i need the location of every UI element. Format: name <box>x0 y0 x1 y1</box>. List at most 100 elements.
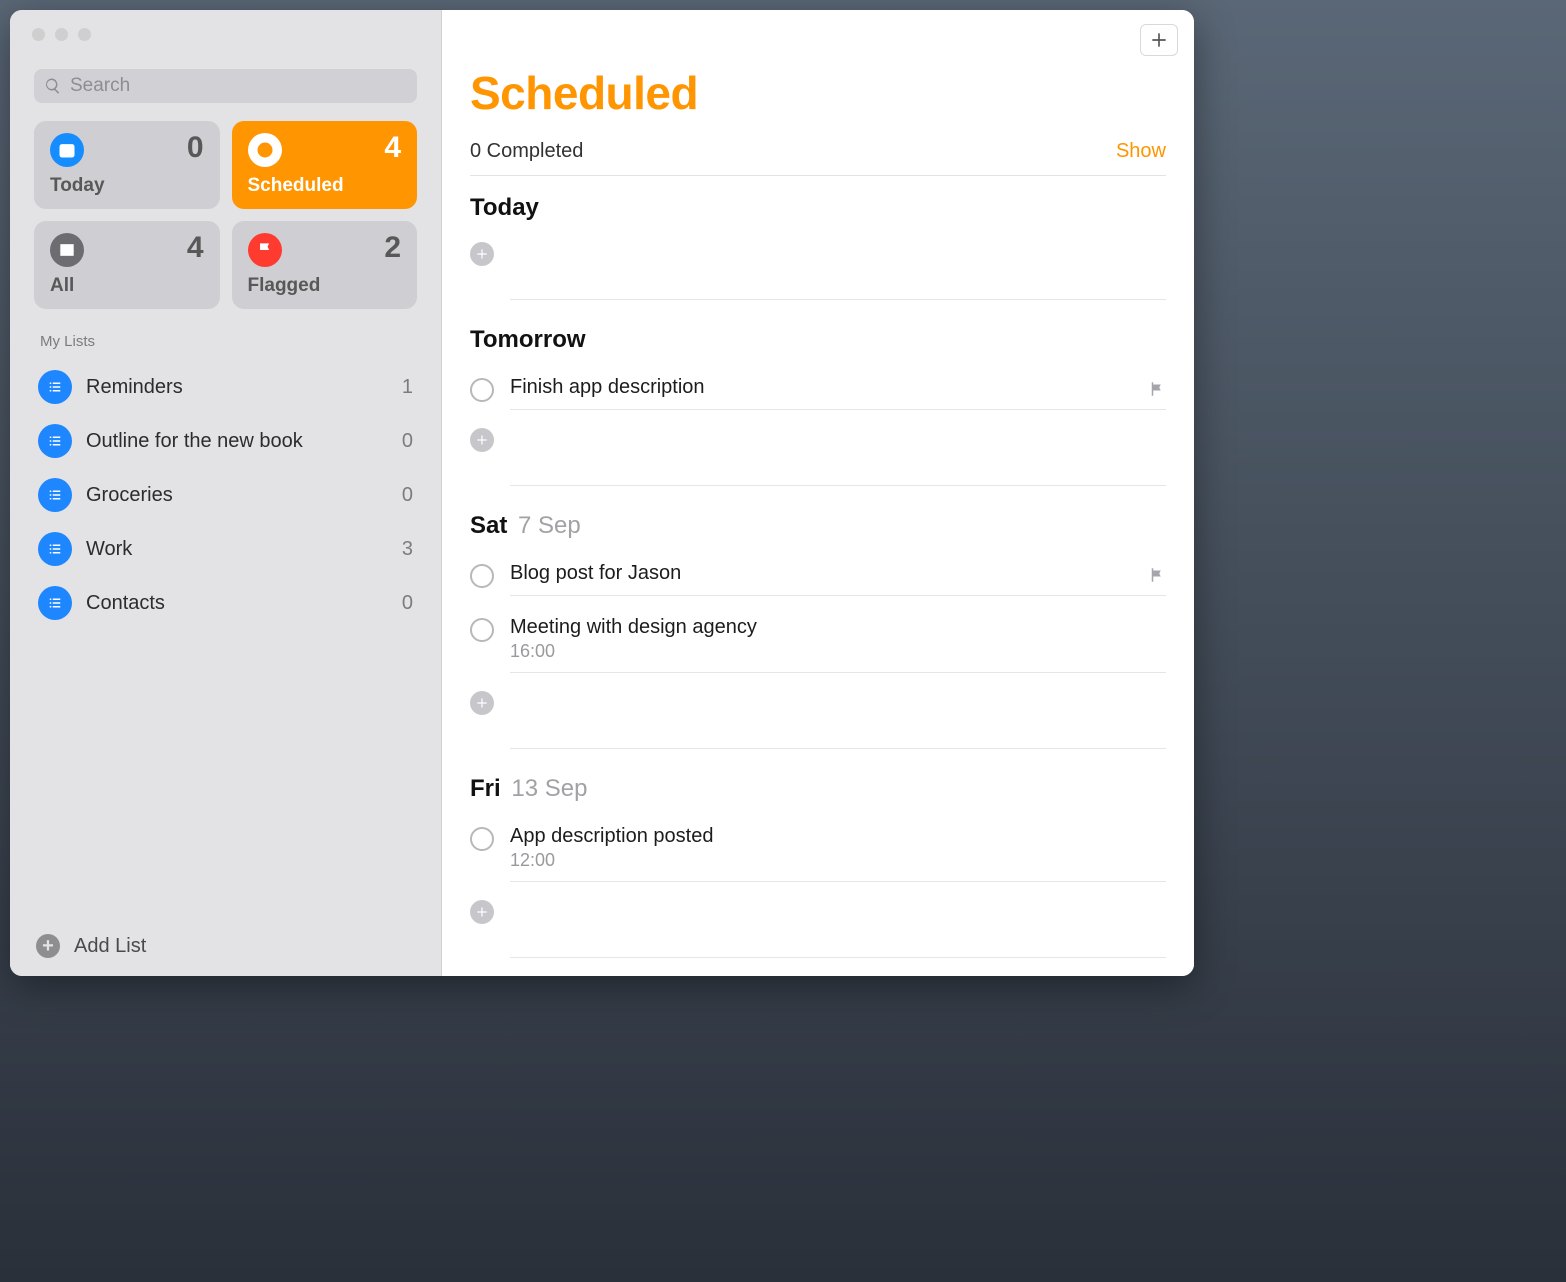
zoom-icon[interactable] <box>78 28 91 41</box>
window-controls[interactable] <box>10 10 441 41</box>
date-section: Sat 7 Sep Blog post for Jason Meeting with… <box>470 512 1166 749</box>
calendar-icon <box>50 133 84 167</box>
list-name: Groceries <box>86 484 402 507</box>
smart-lists: 0 Today 4 Scheduled 4 All <box>10 121 441 327</box>
list-name: Contacts <box>86 592 402 615</box>
add-item-button[interactable] <box>470 691 494 715</box>
add-item-button[interactable] <box>470 242 494 266</box>
smart-flagged-label: Flagged <box>248 275 402 297</box>
show-completed-button[interactable]: Show <box>1116 140 1166 163</box>
search-field[interactable] <box>34 69 417 103</box>
list-name: Reminders <box>86 376 402 399</box>
add-item-row <box>470 234 1166 276</box>
smart-flagged-count: 2 <box>384 231 401 265</box>
list-count: 0 <box>402 484 413 507</box>
list-bullet-icon <box>38 586 72 620</box>
section-day: Fri <box>470 775 501 802</box>
completed-row: 0 Completed Show <box>470 140 1166 176</box>
reminder-item[interactable]: Finish app description <box>470 366 1166 420</box>
complete-checkbox[interactable] <box>470 378 494 402</box>
minimize-icon[interactable] <box>55 28 68 41</box>
list-row[interactable]: Work3 <box>24 522 427 576</box>
complete-checkbox[interactable] <box>470 564 494 588</box>
add-item-button[interactable] <box>470 428 494 452</box>
reminder-item[interactable]: Blog post for Jason <box>470 552 1166 606</box>
list-name: Outline for the new book <box>86 430 402 453</box>
add-list-button[interactable]: + Add List <box>10 915 441 976</box>
reminder-item[interactable]: Meeting with design agency16:00 <box>470 606 1166 683</box>
section-date: 13 Sep <box>511 775 587 802</box>
complete-checkbox[interactable] <box>470 827 494 851</box>
date-section: Today <box>470 194 1166 300</box>
divider <box>510 458 1166 486</box>
plus-icon: + <box>36 934 60 958</box>
list-row[interactable]: Groceries0 <box>24 468 427 522</box>
section-header: Fri 13 Sep <box>470 775 1166 803</box>
search-icon <box>44 77 62 95</box>
reminder-sections: Today Tomorrow Finish app description Sat 7… <box>470 194 1166 958</box>
close-icon[interactable] <box>32 28 45 41</box>
list-count: 0 <box>402 592 413 615</box>
divider <box>510 930 1166 958</box>
clock-icon <box>248 133 282 167</box>
sidebar: 0 Today 4 Scheduled 4 All <box>10 10 442 976</box>
add-reminder-button[interactable] <box>1140 24 1178 56</box>
completed-count: 0 Completed <box>470 140 583 163</box>
list-bullet-icon <box>38 370 72 404</box>
list-row[interactable]: Outline for the new book0 <box>24 414 427 468</box>
main-panel: Scheduled 0 Completed Show TodayTomorrow… <box>442 10 1194 976</box>
search-input[interactable] <box>68 74 407 98</box>
reminder-item[interactable]: App description posted12:00 <box>470 815 1166 892</box>
date-section: Fri 13 Sep App description posted12:00 <box>470 775 1166 958</box>
reminder-title: Blog post for Jason <box>510 562 1138 585</box>
section-date: 7 Sep <box>518 512 581 539</box>
smart-today[interactable]: 0 Today <box>34 121 220 209</box>
section-day: Today <box>470 194 539 221</box>
reminder-title: Meeting with design agency <box>510 616 1166 639</box>
list-name: Work <box>86 538 402 561</box>
flag-icon <box>1148 380 1166 398</box>
section-header: Sat 7 Sep <box>470 512 1166 540</box>
section-day: Tomorrow <box>470 326 586 353</box>
complete-checkbox[interactable] <box>470 618 494 642</box>
add-item-button[interactable] <box>470 900 494 924</box>
list-bullet-icon <box>38 424 72 458</box>
list-row[interactable]: Contacts0 <box>24 576 427 630</box>
smart-all[interactable]: 4 All <box>34 221 220 309</box>
reminder-title: App description posted <box>510 825 1166 848</box>
section-header: Tomorrow <box>470 326 1166 354</box>
add-item-row <box>470 683 1166 725</box>
reminder-time: 16:00 <box>510 641 1166 662</box>
my-lists-header: My Lists <box>10 327 441 356</box>
list-row[interactable]: Reminders1 <box>24 360 427 414</box>
smart-all-label: All <box>50 275 204 297</box>
flag-icon <box>1148 566 1166 584</box>
smart-today-label: Today <box>50 175 204 197</box>
smart-scheduled[interactable]: 4 Scheduled <box>232 121 418 209</box>
smart-flagged[interactable]: 2 Flagged <box>232 221 418 309</box>
toolbar <box>442 10 1194 56</box>
app-window: 0 Today 4 Scheduled 4 All <box>10 10 1194 976</box>
list-bullet-icon <box>38 532 72 566</box>
list-count: 1 <box>402 376 413 399</box>
date-section: Tomorrow Finish app description <box>470 326 1166 486</box>
section-day: Sat <box>470 512 507 539</box>
add-list-label: Add List <box>74 935 146 958</box>
reminder-time: 12:00 <box>510 850 1166 871</box>
smart-scheduled-count: 4 <box>384 131 401 165</box>
smart-scheduled-label: Scheduled <box>248 175 402 197</box>
flag-icon <box>248 233 282 267</box>
smart-today-count: 0 <box>187 131 204 165</box>
tray-icon <box>50 233 84 267</box>
divider <box>510 272 1166 300</box>
lists: Reminders1Outline for the new book0Groce… <box>10 356 441 915</box>
add-item-row <box>470 420 1166 462</box>
plus-icon <box>1149 30 1169 50</box>
divider <box>510 721 1166 749</box>
list-count: 3 <box>402 538 413 561</box>
smart-all-count: 4 <box>187 231 204 265</box>
section-header: Today <box>470 194 1166 222</box>
list-count: 0 <box>402 430 413 453</box>
reminder-title: Finish app description <box>510 376 1138 399</box>
list-bullet-icon <box>38 478 72 512</box>
